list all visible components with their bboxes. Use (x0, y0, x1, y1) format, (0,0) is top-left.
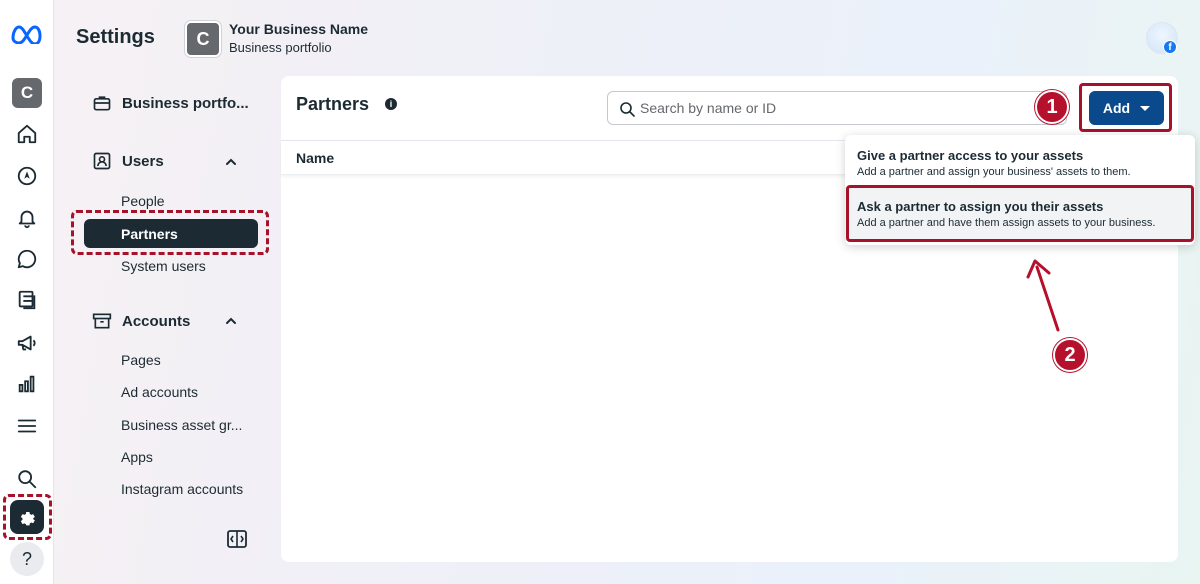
nav-item-apps[interactable]: Apps (121, 449, 153, 465)
facebook-badge-icon: f (1163, 40, 1177, 54)
add-button-label: Add (1102, 100, 1131, 116)
step-1-badge: 1 (1035, 90, 1069, 124)
caret-down-icon (1140, 105, 1151, 111)
chevron-up-icon[interactable] (224, 314, 238, 328)
workspace-avatar[interactable]: C (6, 75, 48, 111)
add-partner-dropdown: Give a partner access to your assets Add… (845, 135, 1195, 245)
search-input[interactable] (640, 92, 1040, 124)
workspace-initial: C (12, 78, 42, 108)
menu-icon[interactable] (6, 408, 48, 444)
users-badge-icon (93, 152, 111, 170)
help-button[interactable]: ? (6, 541, 48, 577)
partners-title: Partners (296, 94, 370, 114)
page-title: Settings (76, 26, 155, 48)
nav-accounts-section[interactable]: Accounts (92, 311, 190, 331)
menu-item-description: Add a partner and have them assign asset… (857, 217, 1156, 229)
step-2-badge: 2 (1053, 338, 1087, 372)
annotation-arrow (1026, 259, 1060, 332)
nav-accounts-label: Accounts (122, 312, 191, 330)
menu-item-title: Ask a partner to assign you their assets (857, 199, 1104, 214)
menu-item-description: Add a partner and assign your business' … (857, 166, 1131, 178)
nav-item-ad-accounts[interactable]: Ad accounts (121, 384, 198, 400)
nav-business-portfolio[interactable]: Business portfo... (92, 93, 249, 113)
business-name[interactable]: Your Business Name (229, 21, 368, 37)
info-icon[interactable]: i (385, 98, 397, 110)
archive-box-icon (92, 313, 112, 329)
add-button[interactable]: Add (1089, 91, 1164, 125)
briefcase-icon (93, 96, 111, 111)
menu-item-give-access[interactable]: Give a partner access to your assets Add… (845, 135, 1195, 185)
column-header-name[interactable]: Name (296, 150, 334, 166)
search-icon (620, 102, 635, 117)
nav-item-people[interactable]: People (121, 193, 165, 209)
nav-business-portfolio-label: Business portfo... (122, 94, 249, 112)
business-subtitle: Business portfolio (229, 40, 332, 55)
nav-item-partners[interactable]: Partners (84, 219, 258, 248)
bar-chart-icon[interactable] (6, 366, 48, 402)
nav-item-system-users[interactable]: System users (121, 258, 206, 274)
nav-item-partners-label: Partners (121, 226, 178, 242)
settings-button[interactable] (6, 499, 48, 535)
search-icon[interactable] (6, 461, 48, 497)
nav-item-instagram-accounts[interactable]: Instagram accounts (121, 481, 243, 497)
nav-item-pages[interactable]: Pages (121, 352, 161, 368)
collapse-sidebar-icon[interactable] (226, 528, 248, 550)
nav-item-business-asset-groups[interactable]: Business asset gr... (121, 417, 242, 433)
chevron-up-icon[interactable] (224, 155, 238, 169)
megaphone-icon[interactable] (6, 325, 48, 361)
nav-users-label: Users (122, 152, 164, 170)
chat-icon[interactable] (6, 241, 48, 277)
nav-users-section[interactable]: Users (92, 151, 164, 171)
menu-item-title: Give a partner access to your assets (857, 148, 1084, 163)
search-field[interactable] (607, 91, 1067, 125)
left-rail: C ? (0, 0, 54, 584)
help-icon: ? (10, 542, 44, 576)
menu-item-ask-partner[interactable]: Ask a partner to assign you their assets… (845, 187, 1195, 241)
gear-icon (10, 500, 44, 534)
business-avatar[interactable]: C (185, 21, 221, 57)
meta-logo-icon[interactable] (6, 16, 48, 52)
pages-icon[interactable] (6, 282, 48, 318)
home-icon[interactable] (6, 116, 48, 152)
bell-icon[interactable] (6, 200, 48, 236)
compass-icon[interactable] (6, 158, 48, 194)
